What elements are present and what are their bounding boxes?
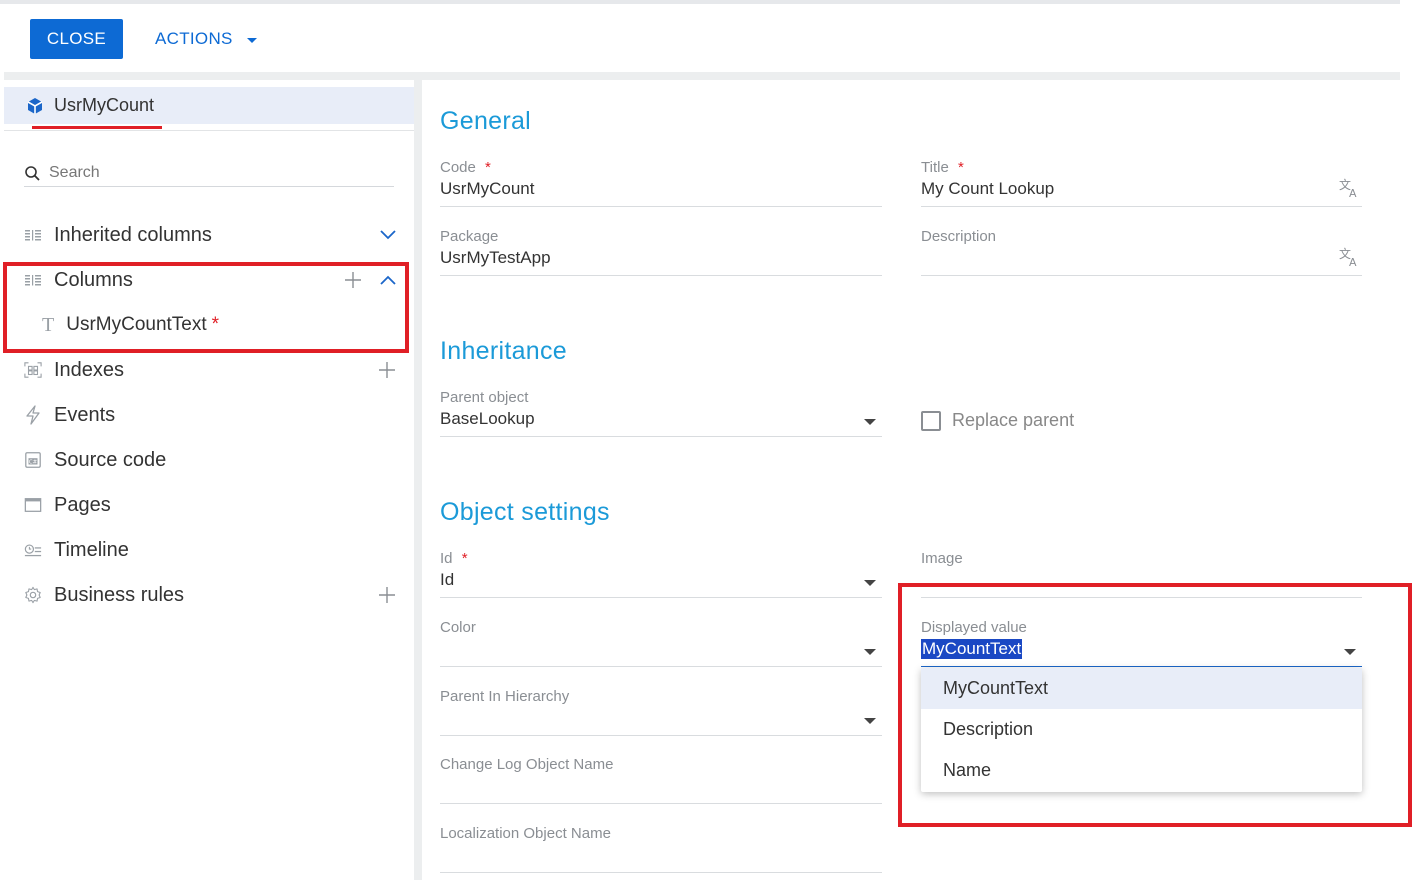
section-title-object-settings: Object settings	[440, 498, 610, 526]
cube-icon	[27, 97, 43, 114]
window-icon	[24, 496, 42, 514]
section-title-general: General	[440, 107, 532, 135]
field-label: Code *	[440, 159, 491, 176]
field-label: Color	[440, 619, 476, 636]
dropdown-arrow-icon[interactable]	[864, 718, 876, 724]
id-field[interactable]: Id * Id	[440, 550, 882, 598]
field-label: Parent object	[440, 389, 529, 406]
sidebar: UsrMyCount Search Inherited columns Colu…	[0, 80, 414, 880]
field-label: Id *	[440, 550, 468, 567]
sidebar-item-events[interactable]: Events	[24, 400, 396, 430]
source-code-icon: C#	[24, 451, 42, 469]
field-label: Package	[440, 228, 499, 245]
columns-highlight-box	[3, 262, 409, 353]
object-tab-divider	[4, 130, 414, 131]
gear-icon	[24, 586, 42, 604]
sidebar-item-label: Events	[54, 403, 116, 426]
required-mark: *	[461, 550, 468, 567]
timeline-icon	[24, 541, 42, 559]
main-panel: General Code * UsrMyCount Title * My Cou…	[422, 80, 1413, 880]
translate-icon[interactable]: 文A	[1338, 177, 1360, 199]
sidebar-item-indexes[interactable]: Indexes	[24, 355, 396, 385]
sidebar-item-label: Inherited columns	[54, 223, 212, 246]
description-field[interactable]: Description 文A	[921, 228, 1362, 276]
checkbox-label: Replace parent	[952, 410, 1075, 430]
toolbar: CLOSE ACTIONS	[0, 4, 1413, 72]
search-placeholder: Search	[49, 164, 100, 181]
field-label: Localization Object Name	[440, 825, 611, 842]
field-value: My Count Lookup	[921, 179, 1055, 198]
dropdown-arrow-icon[interactable]	[864, 649, 876, 655]
sidebar-item-pages[interactable]: Pages	[24, 490, 396, 520]
chevron-down-icon[interactable]	[380, 230, 396, 240]
svg-text:A: A	[1349, 187, 1357, 199]
field-value: Id	[440, 570, 455, 589]
columns-icon	[24, 226, 42, 244]
field-label: Description	[921, 228, 997, 245]
search-icon	[25, 165, 40, 181]
svg-text:C#: C#	[29, 460, 38, 466]
checkbox-box[interactable]	[921, 410, 941, 431]
change-log-object-name-field[interactable]: Change Log Object Name	[440, 756, 882, 804]
field-value: UsrMyTestApp	[440, 248, 551, 267]
parent-in-hierarchy-field[interactable]: Parent In Hierarchy	[440, 688, 882, 736]
field-label: Title *	[921, 159, 964, 176]
section-title-inheritance: Inheritance	[440, 337, 567, 365]
code-field[interactable]: Code * UsrMyCount	[440, 159, 882, 207]
sidebar-item-label: Pages	[54, 493, 111, 516]
field-value: UsrMyCount	[440, 179, 535, 198]
replace-parent-checkbox[interactable]: Replace parent	[921, 410, 1074, 431]
field-label: Image	[921, 550, 963, 567]
actions-label: ACTIONS	[155, 29, 233, 48]
package-field[interactable]: Package UsrMyTestApp	[440, 228, 882, 276]
indexes-icon	[24, 361, 42, 379]
dropdown-arrow-icon[interactable]	[864, 419, 876, 425]
sidebar-item-label: Timeline	[54, 538, 129, 561]
color-field[interactable]: Color	[440, 619, 882, 667]
sidebar-item-source-code[interactable]: C# Source code	[24, 445, 396, 475]
add-icon[interactable]	[378, 586, 396, 604]
sidebar-item-inherited-columns[interactable]: Inherited columns	[24, 220, 396, 250]
required-mark: *	[485, 159, 491, 176]
title-field[interactable]: Title * My Count Lookup 文A	[921, 159, 1362, 207]
field-label: Parent In Hierarchy	[440, 688, 570, 705]
sidebar-item-label: Source code	[54, 448, 167, 471]
close-button[interactable]: CLOSE	[30, 19, 123, 59]
toolbar-divider	[4, 72, 1400, 80]
localization-object-name-field[interactable]: Localization Object Name	[440, 825, 882, 873]
object-tab-label: UsrMyCount	[54, 95, 155, 115]
sidebar-item-label: Business rules	[54, 583, 185, 606]
sidebar-item-timeline[interactable]: Timeline	[24, 535, 396, 565]
actions-button[interactable]: ACTIONS	[155, 19, 257, 59]
sidebar-item-label: Indexes	[54, 358, 125, 381]
dropdown-arrow-icon[interactable]	[864, 580, 876, 586]
dropdown-highlight-box	[898, 583, 1412, 827]
sidebar-divider	[414, 80, 422, 880]
required-mark: *	[957, 159, 964, 176]
parent-object-field[interactable]: Parent object BaseLookup	[440, 389, 882, 437]
object-tab-underline	[32, 126, 162, 129]
field-value: BaseLookup	[440, 409, 535, 428]
lightning-icon	[24, 405, 42, 425]
svg-text:A: A	[1349, 256, 1357, 268]
search-field[interactable]: Search	[24, 160, 394, 187]
caret-down-icon	[246, 37, 257, 43]
translate-icon[interactable]: 文A	[1338, 246, 1360, 268]
add-icon[interactable]	[378, 361, 396, 379]
object-tab[interactable]: UsrMyCount	[4, 87, 414, 124]
sidebar-item-business-rules[interactable]: Business rules	[24, 580, 396, 610]
field-label: Change Log Object Name	[440, 756, 614, 773]
